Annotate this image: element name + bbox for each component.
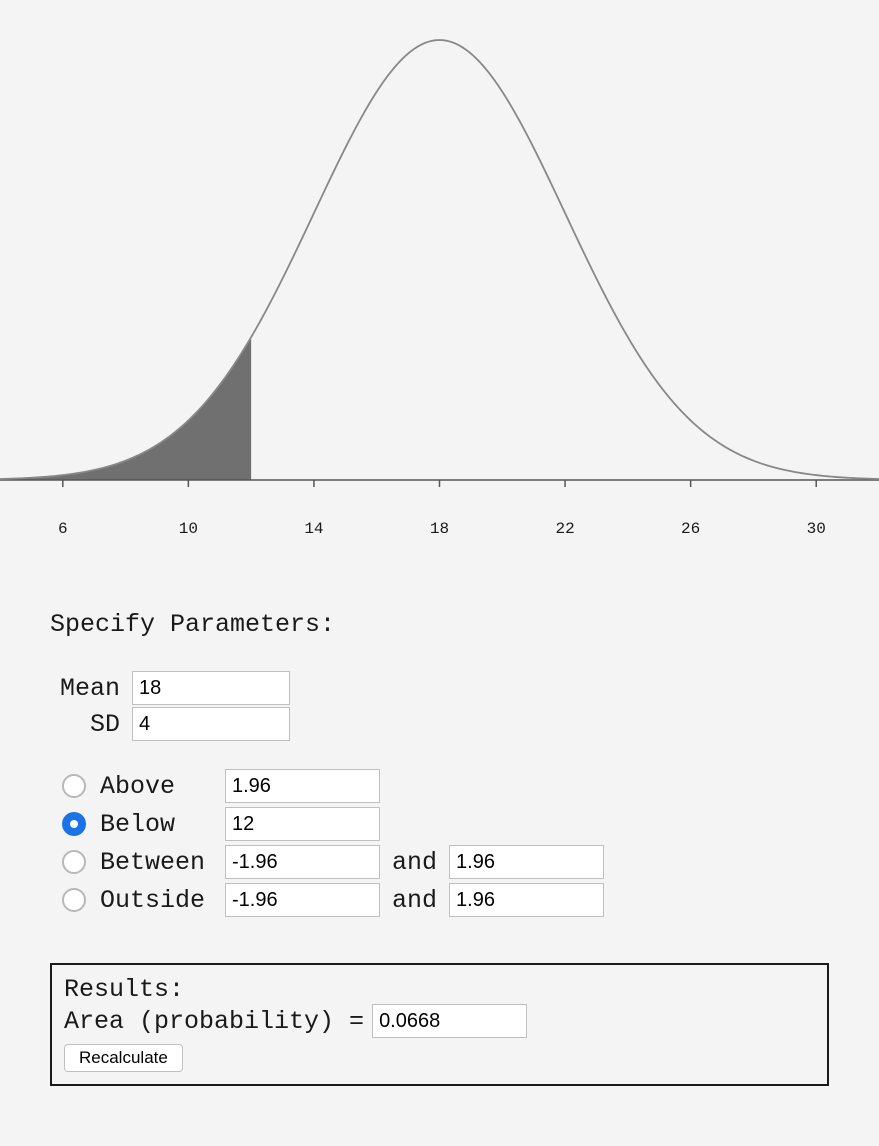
x-tick-label: 18 xyxy=(430,520,449,538)
recalculate-button[interactable]: Recalculate xyxy=(64,1044,183,1072)
results-heading: Results: xyxy=(64,975,815,1004)
parameters-form: Specify Parameters: Mean SD Above Below … xyxy=(0,550,879,917)
between-high-input[interactable] xyxy=(449,845,604,879)
x-tick-label: 26 xyxy=(681,520,700,538)
outside-label: Outside xyxy=(100,886,225,915)
mean-input[interactable] xyxy=(132,671,290,705)
results-box: Results: Area (probability) = Recalculat… xyxy=(50,963,829,1086)
below-input[interactable] xyxy=(225,807,380,841)
between-label: Between xyxy=(100,848,225,877)
outside-high-input[interactable] xyxy=(449,883,604,917)
outside-low-input[interactable] xyxy=(225,883,380,917)
between-and-label: and xyxy=(392,848,437,877)
radio-above[interactable] xyxy=(62,774,86,798)
x-tick-label: 10 xyxy=(179,520,198,538)
x-tick-label: 6 xyxy=(58,520,68,538)
distribution-svg xyxy=(0,30,879,520)
outside-and-label: and xyxy=(392,886,437,915)
sd-label: SD xyxy=(50,710,120,739)
below-label: Below xyxy=(100,810,225,839)
parameters-heading: Specify Parameters: xyxy=(50,610,879,639)
area-probability-label: Area (probability) = xyxy=(64,1007,364,1036)
above-input[interactable] xyxy=(225,769,380,803)
x-tick-label: 22 xyxy=(555,520,574,538)
x-tick-label: 30 xyxy=(807,520,826,538)
sd-input[interactable] xyxy=(132,707,290,741)
normal-distribution-chart: 6 10 14 18 22 26 30 xyxy=(0,0,879,550)
above-label: Above xyxy=(100,772,225,801)
radio-outside[interactable] xyxy=(62,888,86,912)
x-axis-ticks: 6 10 14 18 22 26 30 xyxy=(0,520,879,550)
radio-between[interactable] xyxy=(62,850,86,874)
area-probability-output[interactable] xyxy=(372,1004,527,1038)
x-tick-label: 14 xyxy=(304,520,323,538)
between-low-input[interactable] xyxy=(225,845,380,879)
region-options: Above Below Between and Outside and xyxy=(50,769,879,917)
radio-below[interactable] xyxy=(62,812,86,836)
mean-label: Mean xyxy=(50,674,120,703)
